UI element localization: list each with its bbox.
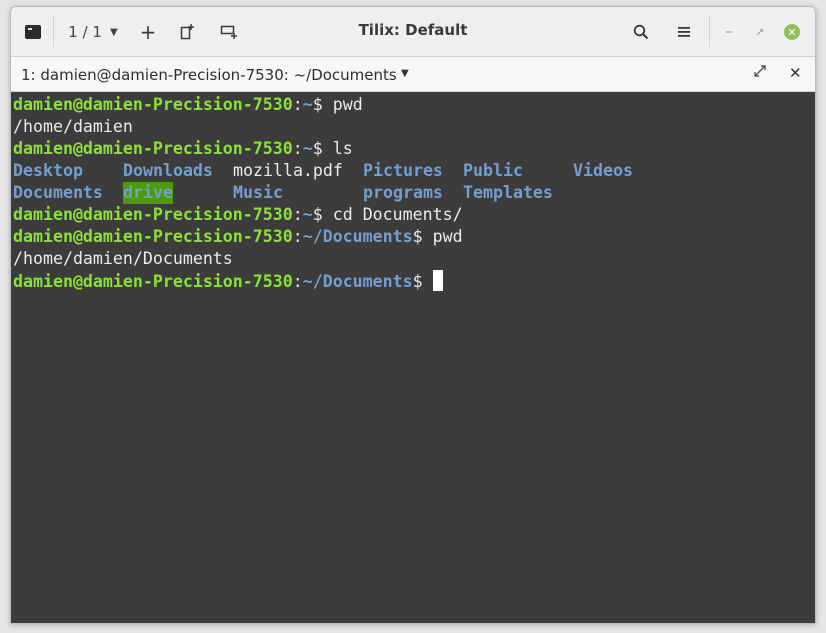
terminal-line: damien@damien-Precision-7530:~$ cd Docum… xyxy=(13,204,463,226)
terminal-icon xyxy=(25,25,41,39)
ls-output-row: Desktop Downloads mozilla.pdf Pictures P… xyxy=(13,160,813,182)
maximize-icon xyxy=(757,29,763,35)
minimize-button[interactable] xyxy=(721,17,737,47)
add-terminal-right-icon xyxy=(220,25,237,39)
terminal-line: damien@damien-Precision-7530:~/Documents… xyxy=(13,226,463,248)
prompt-path: ~ xyxy=(302,205,313,224)
ls-entry-directory: Pictures xyxy=(363,161,443,180)
close-window-button[interactable]: ✕ xyxy=(781,17,803,47)
prompt-colon: : xyxy=(292,227,303,246)
prompt-path: ~/Documents xyxy=(302,227,413,246)
add-session-button[interactable]: + xyxy=(137,17,159,47)
terminal-line: /home/damien xyxy=(13,116,133,138)
ls-output-row: Documents drive Music programs Templates xyxy=(13,182,813,204)
command-output: /home/damien/Documents xyxy=(13,249,233,268)
prompt-dollar: $ xyxy=(312,139,333,158)
prompt-colon: : xyxy=(292,272,303,291)
terminal-line: damien@damien-Precision-7530:~$ ls xyxy=(13,138,353,160)
add-terminal-right-button[interactable] xyxy=(218,17,240,47)
ls-entry-directory: programs xyxy=(363,183,443,202)
command: ls xyxy=(332,139,353,158)
close-terminal-button[interactable]: ✕ xyxy=(789,64,802,82)
minimize-icon xyxy=(726,31,732,33)
command: cd Documents/ xyxy=(332,205,463,224)
chevron-down-icon[interactable]: ▼ xyxy=(401,68,409,79)
prompt-dollar: $ xyxy=(312,205,333,224)
prompt-path: ~ xyxy=(302,139,313,158)
prompt-path: ~/Documents xyxy=(302,272,413,291)
prompt-colon: : xyxy=(292,205,303,224)
maximize-terminal-button[interactable] xyxy=(753,64,767,82)
command: pwd xyxy=(332,95,363,114)
prompt-user-host: damien@damien-Precision-7530 xyxy=(13,272,293,291)
session-label: 1 / 1 xyxy=(68,23,102,41)
window-title: Tilix: Default xyxy=(358,21,468,39)
search-icon xyxy=(633,24,649,40)
prompt-user-host: damien@damien-Precision-7530 xyxy=(13,205,293,224)
chevron-down-icon: ▼ xyxy=(109,26,118,38)
session-switcher-button[interactable]: 1 / 1 ▼ xyxy=(63,17,123,47)
terminal-title[interactable]: 1: damien@damien-Precision-7530: ~/Docum… xyxy=(21,66,397,84)
add-terminal-down-button[interactable] xyxy=(176,17,198,47)
close-icon: ✕ xyxy=(784,24,800,40)
main-menu-button[interactable] xyxy=(672,17,696,47)
terminal-title-bar: 1: damien@damien-Precision-7530: ~/Docum… xyxy=(11,57,815,92)
prompt-path: ~ xyxy=(302,95,313,114)
add-terminal-down-icon xyxy=(180,24,194,40)
prompt-dollar: $ xyxy=(412,227,433,246)
prompt-user-host: damien@damien-Precision-7530 xyxy=(13,227,293,246)
command: pwd xyxy=(432,227,463,246)
terminal-output[interactable]: damien@damien-Precision-7530:~$ pwd /hom… xyxy=(11,92,815,623)
ls-entry-directory: Public xyxy=(463,161,523,180)
ls-entry-directory: Templates xyxy=(463,183,553,202)
separator xyxy=(709,15,710,47)
hamburger-menu-icon xyxy=(678,27,690,37)
terminal-window: 1 / 1 ▼ + Tilix: Default ✕ 1: damien@dam… xyxy=(10,6,816,624)
maximize-icon xyxy=(754,65,766,77)
ls-entry-directory: Music xyxy=(233,183,283,202)
header-bar: 1 / 1 ▼ + Tilix: Default ✕ xyxy=(11,7,815,57)
command-output: /home/damien xyxy=(13,117,133,136)
maximize-button[interactable] xyxy=(752,17,768,47)
app-menu-button[interactable] xyxy=(19,17,47,47)
prompt-user-host: damien@damien-Precision-7530 xyxy=(13,139,293,158)
ls-entry-directory: Desktop xyxy=(13,161,83,180)
prompt-colon: : xyxy=(292,139,303,158)
ls-entry-directory: Documents xyxy=(13,183,103,202)
terminal-input-line[interactable]: damien@damien-Precision-7530:~/Documents… xyxy=(13,270,443,292)
search-button[interactable] xyxy=(629,17,653,47)
terminal-line: damien@damien-Precision-7530:~$ pwd xyxy=(13,94,363,116)
terminal-line: /home/damien/Documents xyxy=(13,248,233,270)
prompt-user-host: damien@damien-Precision-7530 xyxy=(13,95,293,114)
plus-icon: + xyxy=(139,20,157,44)
prompt-colon: : xyxy=(292,95,303,114)
prompt-dollar: $ xyxy=(412,272,433,291)
separator xyxy=(53,15,54,47)
prompt-dollar: $ xyxy=(312,95,333,114)
ls-entry-file: mozilla.pdf xyxy=(233,161,343,180)
text-cursor xyxy=(432,270,443,291)
ls-entry-directory: Downloads xyxy=(123,161,213,180)
close-icon: ✕ xyxy=(789,64,802,82)
ls-entry-highlighted-directory: drive xyxy=(123,182,173,204)
ls-entry-directory: Videos xyxy=(573,161,633,180)
